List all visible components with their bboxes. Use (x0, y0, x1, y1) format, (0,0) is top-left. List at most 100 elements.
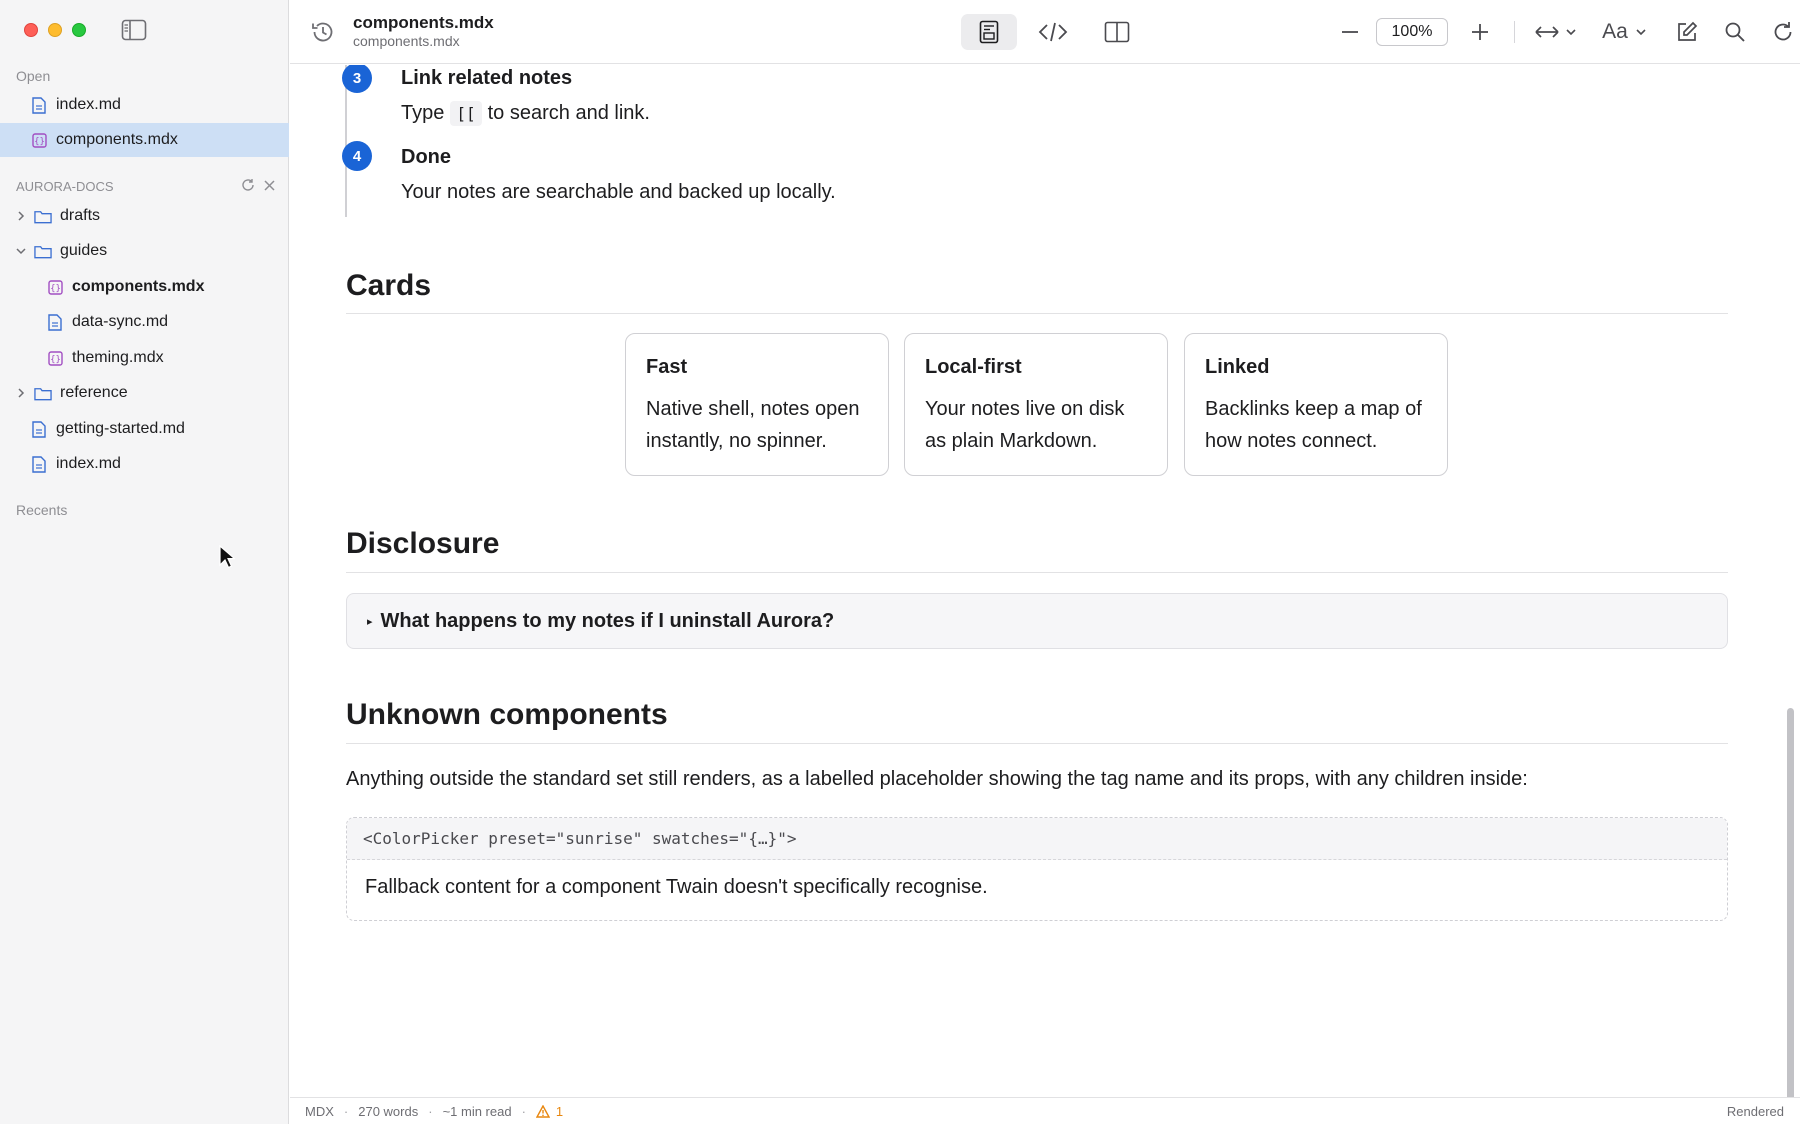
sidebar: Open index.md {} components.mdx AURORA-D… (0, 0, 289, 1124)
rendered-view-button[interactable] (961, 14, 1017, 50)
heading-disclosure: Disclosure (346, 527, 500, 560)
unknown-component-placeholder: <ColorPicker preset="sunrise" swatches="… (346, 817, 1728, 921)
recents-section-label: Recents (16, 502, 68, 518)
markdown-file-icon (30, 96, 48, 114)
close-window-button[interactable] (24, 23, 38, 37)
document-content: 3 Link related notes Type[[to search and… (290, 65, 1800, 1097)
history-icon[interactable] (310, 19, 336, 45)
tree-folder-reference[interactable]: reference (0, 376, 289, 410)
minimize-window-button[interactable] (48, 23, 62, 37)
plus-icon (1472, 24, 1488, 40)
chevron-down-icon (1636, 29, 1646, 36)
disclosure-summary[interactable]: ▸ What happens to my notes if I uninstal… (346, 593, 1728, 649)
status-bar: MDX · 270 words · ~1 min read · 1 Render… (290, 1097, 1800, 1124)
folder-icon (34, 242, 52, 260)
reload-button[interactable] (1765, 14, 1800, 50)
warning-icon (535, 1104, 550, 1118)
horizontal-arrows-icon (1535, 26, 1576, 38)
split-view-button[interactable] (1089, 14, 1145, 50)
card-body: Your notes live on disk as plain Markdow… (925, 398, 1125, 452)
search-icon (1725, 22, 1745, 42)
tree-file-components[interactable]: {} components.mdx (0, 270, 289, 304)
window-controls (24, 23, 86, 37)
status-format: MDX (305, 1103, 334, 1119)
minus-icon (1342, 31, 1358, 33)
mouse-pointer-icon (219, 544, 237, 574)
view-mode-group (961, 14, 1145, 50)
markdown-file-icon (30, 420, 48, 438)
status-word-count: 270 words (358, 1103, 419, 1119)
split-view-icon (1104, 21, 1130, 43)
svg-text:{}: {} (50, 284, 61, 294)
zoom-level-field[interactable]: 100% (1376, 18, 1448, 46)
zoom-window-button[interactable] (72, 23, 86, 37)
tree-file-index[interactable]: index.md (0, 447, 289, 481)
edit-button[interactable] (1669, 14, 1705, 50)
open-file-components[interactable]: {} components.mdx (0, 123, 289, 157)
heading-cards: Cards (346, 269, 432, 302)
step-title: Done (401, 146, 451, 168)
card-title: Local-first (925, 356, 1022, 378)
card: Local-first Your notes live on disk as p… (904, 333, 1168, 476)
placeholder-tag: <ColorPicker preset="sunrise" swatches="… (347, 818, 1727, 860)
card: Linked Backlinks keep a map of how notes… (1184, 333, 1448, 476)
svg-text:{}: {} (34, 137, 45, 147)
document-title: components.mdx (353, 13, 494, 32)
heading-divider (346, 743, 1728, 744)
tree-file-data-sync[interactable]: data-sync.md (0, 305, 289, 339)
mdx-file-icon: {} (46, 349, 64, 367)
open-file-index[interactable]: index.md (0, 88, 289, 122)
toolbar-right-group: 100% Aa (1332, 14, 1800, 50)
step-number-badge: 3 (342, 65, 372, 93)
folder-icon (34, 207, 52, 225)
placeholder-children: Fallback content for a component Twain d… (365, 876, 988, 898)
status-read-time: ~1 min read (442, 1103, 512, 1119)
reload-icon (1774, 22, 1792, 41)
code-icon (1038, 22, 1068, 42)
tree-folder-drafts[interactable]: drafts (0, 199, 289, 233)
step-body: Type[[to search and link. (401, 101, 650, 126)
zoom-out-button[interactable] (1332, 14, 1368, 50)
toolbar: components.mdx components.mdx 100% Aa (290, 0, 1800, 64)
close-icon[interactable] (263, 179, 276, 197)
step-body: Your notes are searchable and backed up … (401, 181, 836, 203)
card-title: Fast (646, 356, 688, 378)
folder-icon (34, 384, 52, 402)
refresh-icon[interactable] (241, 178, 255, 197)
tree-folder-guides[interactable]: guides (0, 234, 289, 268)
tree-file-getting-started[interactable]: getting-started.md (0, 412, 289, 446)
step-number-badge: 4 (342, 141, 372, 171)
width-menu-button[interactable] (1531, 14, 1581, 50)
heading-divider (346, 572, 1728, 573)
rendered-doc-icon (979, 20, 999, 44)
typography-menu-button[interactable]: Aa (1597, 14, 1653, 50)
zoom-in-button[interactable] (1462, 14, 1498, 50)
scrollbar-thumb[interactable] (1787, 708, 1794, 1097)
toolbar-divider (1514, 21, 1515, 43)
card-title: Linked (1205, 356, 1270, 378)
chevron-down-icon (14, 244, 28, 258)
repo-section-label: AURORA-DOCS (16, 179, 114, 194)
status-warnings[interactable]: 1 (535, 1104, 563, 1119)
mdx-file-icon: {} (46, 278, 64, 296)
heading-unknown-components: Unknown components (346, 698, 668, 731)
card: Fast Native shell, notes open instantly,… (625, 333, 889, 476)
source-view-button[interactable] (1025, 14, 1081, 50)
card-body: Backlinks keep a map of how notes connec… (1205, 398, 1422, 452)
repo-actions (241, 178, 276, 197)
compose-icon (1678, 21, 1698, 41)
mdx-file-icon: {} (30, 131, 48, 149)
chevron-right-icon (14, 386, 28, 400)
svg-text:{}: {} (50, 355, 61, 365)
paragraph: Anything outside the standard set still … (346, 768, 1528, 790)
markdown-file-icon (30, 455, 48, 473)
heading-divider (346, 313, 1728, 314)
status-view-mode: Rendered (1726, 1103, 1784, 1119)
tree-file-theming[interactable]: {} theming.mdx (0, 341, 289, 375)
sidebar-toggle-icon[interactable] (121, 19, 147, 41)
chevron-right-icon (14, 209, 28, 223)
step-title: Link related notes (401, 67, 573, 89)
search-button[interactable] (1717, 14, 1753, 50)
open-section-label: Open (16, 68, 51, 84)
disclosure-triangle-icon: ▸ (367, 615, 373, 628)
